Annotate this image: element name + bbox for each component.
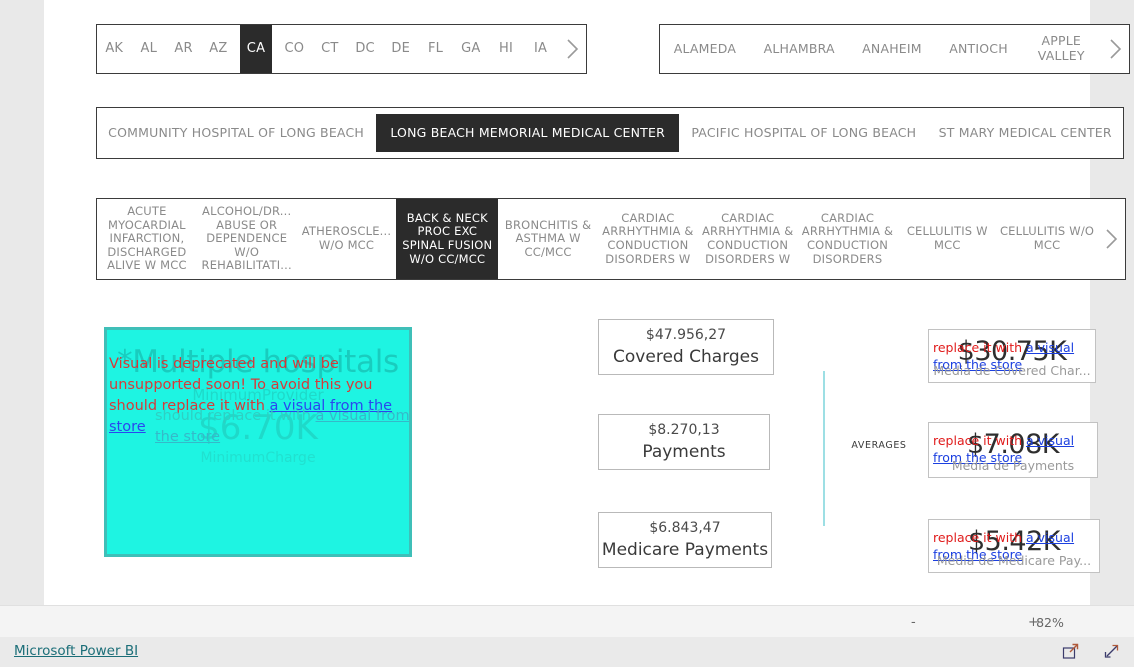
- zoom-out-button[interactable]: -: [911, 615, 916, 630]
- state-slicer-tile-co[interactable]: CO: [281, 25, 309, 73]
- medicare-payments-value: $6.843,47: [649, 520, 721, 536]
- visual-deprecation-warning-secondary: should replace it with a visual from the…: [155, 406, 409, 448]
- avg-error-text-3: replace it with: [933, 530, 1026, 545]
- payments-label: Payments: [642, 442, 726, 462]
- share-icon[interactable]: [1062, 643, 1079, 664]
- chevron-right-icon[interactable]: [1097, 199, 1125, 279]
- footer-actions: [1062, 643, 1120, 664]
- city-slicer-tile-alameda[interactable]: ALAMEDA: [668, 25, 742, 73]
- state-slicer-items: AK AL AR AZ CA CO CT DC DE FL GA HI IA: [97, 25, 558, 73]
- chevron-right-icon[interactable]: [1101, 25, 1129, 73]
- averages-section-label: AVERAGES: [851, 440, 907, 451]
- hospital-slicer-tile-pacific-hospital[interactable]: PACIFIC HOSPITAL OF LONG BEACH: [681, 108, 926, 158]
- state-slicer-tile-ar[interactable]: AR: [170, 25, 196, 73]
- avg-error-text-1: replace it with: [933, 340, 1026, 355]
- city-slicer-items: ALAMEDA ALHAMBRA ANAHEIM ANTIOCH APPLE V…: [660, 25, 1101, 73]
- drg-slicer-tile-back-neck-proc[interactable]: BACK & NECK PROC EXC SPINAL FUSION W/O C…: [396, 199, 499, 279]
- avg-medicare-payments-label: Média de Medicare Pay...: [936, 553, 1092, 568]
- drg-slicer-tile-cellulitis-wo-mcc[interactable]: CELLULITIS W/O MCC: [997, 199, 1097, 279]
- state-slicer[interactable]: AK AL AR AZ CA CO CT DC DE FL GA HI IA: [96, 24, 587, 74]
- covered-charges-label: Covered Charges: [613, 347, 759, 367]
- avg-covered-charges-card[interactable]: $30.75K replace it with a visual from th…: [928, 329, 1096, 383]
- drg-slicer-tile-atherosclerosis[interactable]: ATHEROSCLE... W/O MCC: [297, 199, 397, 279]
- payments-card[interactable]: $8.270,13 Payments: [598, 414, 770, 470]
- avg-medicare-payments-card[interactable]: $5.42K replace it with a visual from the…: [928, 519, 1100, 573]
- minimum-charge-caption: MinimumCharge: [200, 450, 316, 466]
- zoom-bar: - + 82%: [0, 605, 1134, 638]
- powerbi-brand-link[interactable]: Microsoft Power BI: [14, 643, 138, 659]
- covered-charges-card[interactable]: $47.956,27 Covered Charges: [598, 319, 774, 375]
- state-slicer-tile-ia[interactable]: IA: [528, 25, 554, 73]
- state-slicer-tile-de[interactable]: DE: [387, 25, 414, 73]
- state-slicer-tile-az[interactable]: AZ: [205, 25, 231, 73]
- city-slicer-tile-antioch[interactable]: ANTIOCH: [943, 25, 1014, 73]
- state-slicer-tile-ga[interactable]: GA: [457, 25, 484, 73]
- hospital-slicer-items: COMMUNITY HOSPITAL OF LONG BEACH LONG BE…: [97, 108, 1123, 158]
- drg-slicer-tile-cellulitis-w-mcc[interactable]: CELLULITIS W MCC: [897, 199, 997, 279]
- state-slicer-tile-hi[interactable]: HI: [493, 25, 519, 73]
- avg-payments-label: Média de Payments: [951, 458, 1075, 473]
- drg-slicer-tile-alcohol-abuse[interactable]: ALCOHOL/DR... ABUSE OR DEPENDENCE W/O RE…: [197, 199, 297, 279]
- deprecation-warning-text-secondary: should replace it with: [155, 408, 316, 424]
- fullscreen-icon[interactable]: [1103, 643, 1120, 664]
- drg-slicer-tile-cardiac-arrhythmia-1[interactable]: CARDIAC ARRHYTHMIA & CONDUCTION DISORDER…: [598, 199, 698, 279]
- city-slicer-tile-alhambra[interactable]: ALHAMBRA: [758, 25, 841, 73]
- avg-error-text-2: replace it with: [933, 433, 1026, 448]
- state-slicer-tile-dc[interactable]: DC: [351, 25, 379, 73]
- hospital-slicer-tile-long-beach-memorial[interactable]: LONG BEACH MEMORIAL MEDICAL CENTER: [376, 114, 679, 152]
- averages-divider: [823, 371, 825, 526]
- hospital-slicer[interactable]: COMMUNITY HOSPITAL OF LONG BEACH LONG BE…: [96, 107, 1124, 159]
- chevron-right-icon[interactable]: [558, 25, 586, 73]
- state-slicer-tile-ak[interactable]: AK: [101, 25, 127, 73]
- payments-value: $8.270,13: [648, 422, 720, 438]
- drg-slicer-items: ACUTE MYOCARDIAL INFARCTION, DISCHARGED …: [97, 199, 1097, 279]
- hospital-slicer-tile-community-hospital[interactable]: COMMUNITY HOSPITAL OF LONG BEACH: [98, 108, 374, 158]
- report-footer: Microsoft Power BI: [0, 637, 1134, 667]
- city-slicer[interactable]: ALAMEDA ALHAMBRA ANAHEIM ANTIOCH APPLE V…: [659, 24, 1130, 74]
- minimum-charge-visual[interactable]: *Multiple hospitals MinimumProvider $6.7…: [104, 327, 412, 557]
- drg-slicer-tile-cardiac-arrhythmia-2[interactable]: CARDIAC ARRHYTHMIA & CONDUCTION DISORDER…: [698, 199, 798, 279]
- city-slicer-tile-apple-valley[interactable]: APPLE VALLEY: [1029, 25, 1093, 73]
- state-slicer-tile-fl[interactable]: FL: [423, 25, 449, 73]
- drg-slicer[interactable]: ACUTE MYOCARDIAL INFARCTION, DISCHARGED …: [96, 198, 1126, 280]
- drg-slicer-tile-acute-mi[interactable]: ACUTE MYOCARDIAL INFARCTION, DISCHARGED …: [97, 199, 197, 279]
- zoom-percent-label: 82%: [1036, 615, 1064, 630]
- covered-charges-value: $47.956,27: [645, 327, 727, 343]
- drg-slicer-tile-bronchitis-asthma[interactable]: BRONCHITIS & ASTHMA W CC/MCC: [498, 199, 598, 279]
- state-slicer-tile-al[interactable]: AL: [136, 25, 162, 73]
- state-slicer-tile-ca[interactable]: CA: [239, 25, 272, 73]
- medicare-payments-card[interactable]: $6.843,47 Medicare Payments: [598, 512, 772, 568]
- drg-slicer-tile-cardiac-arrhythmia-3[interactable]: CARDIAC ARRHYTHMIA & CONDUCTION DISORDER…: [798, 199, 898, 279]
- avg-payments-card[interactable]: $7.08K replace it with a visual from the…: [928, 422, 1098, 478]
- state-slicer-tile-ct[interactable]: CT: [317, 25, 343, 73]
- avg-covered-charges-label: Média de Covered Char...: [933, 363, 1091, 378]
- medicare-payments-label: Medicare Payments: [601, 540, 769, 560]
- powerbi-report-viewer: AK AL AR AZ CA CO CT DC DE FL GA HI IA A…: [0, 0, 1134, 667]
- city-slicer-tile-anaheim[interactable]: ANAHEIM: [856, 25, 928, 73]
- hospital-slicer-tile-st-mary[interactable]: ST MARY MEDICAL CENTER: [929, 108, 1122, 158]
- report-canvas: AK AL AR AZ CA CO CT DC DE FL GA HI IA A…: [44, 0, 1130, 605]
